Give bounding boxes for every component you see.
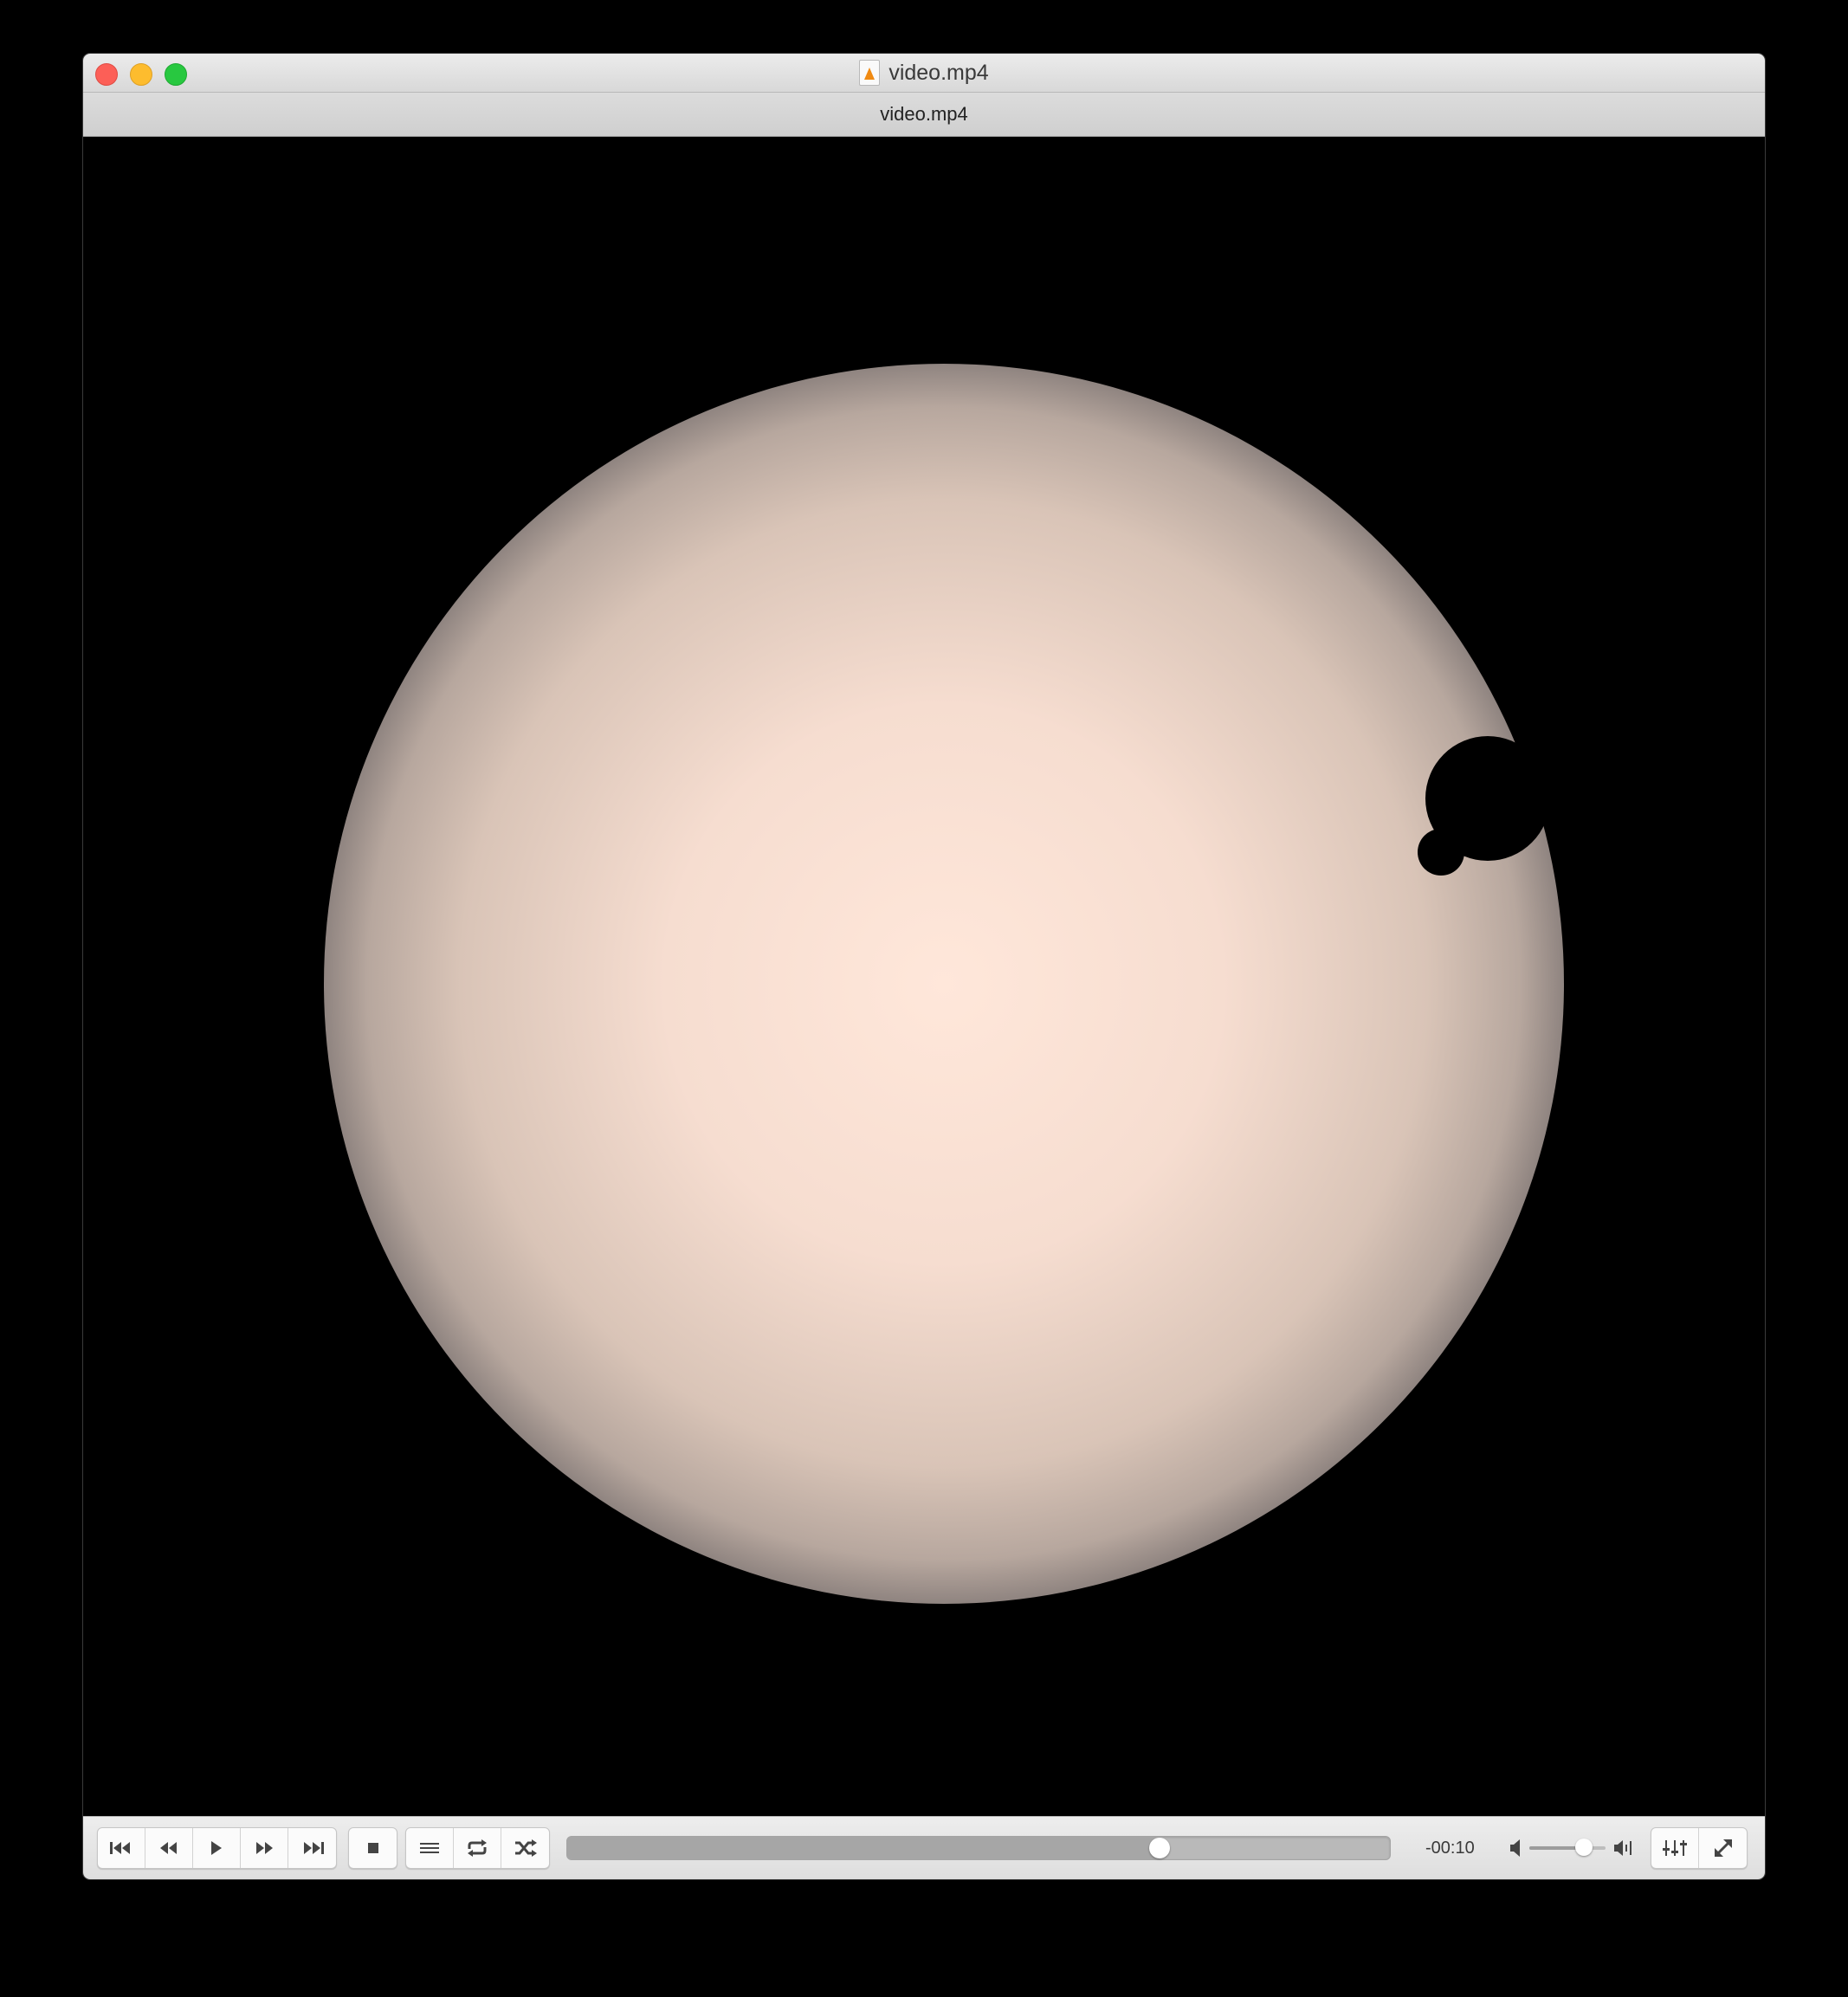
equalizer-icon (1663, 1840, 1687, 1856)
rewind-button[interactable] (145, 1828, 193, 1868)
control-bar: -00:10 (83, 1816, 1765, 1879)
fullscreen-button[interactable] (1699, 1828, 1747, 1868)
skip-to-start-icon (110, 1842, 130, 1854)
stop-button[interactable] (349, 1828, 397, 1868)
stop-button-group (348, 1827, 397, 1869)
window-title: video.mp4 (888, 60, 989, 85)
fast-forward-icon (256, 1842, 273, 1854)
skip-back-button[interactable] (98, 1828, 145, 1868)
transport-button-group (97, 1827, 337, 1869)
vlc-document-icon (859, 60, 881, 86)
vlc-window: video.mp4 video.mp4 -00:10 (83, 54, 1765, 1879)
video-display[interactable] (83, 137, 1765, 1817)
fast-forward-button[interactable] (241, 1828, 288, 1868)
sun-disk (324, 364, 1564, 1604)
timeline-progress-fill (567, 1837, 1160, 1859)
media-title-bar: video.mp4 (83, 93, 1765, 137)
timeline-playhead-knob[interactable] (1149, 1838, 1170, 1858)
skip-to-end-icon (303, 1842, 324, 1854)
playback-timeline-slider[interactable] (566, 1836, 1391, 1860)
stop-icon (367, 1843, 378, 1853)
shuffle-button[interactable] (501, 1828, 549, 1868)
volume-high-icon[interactable] (1612, 1836, 1635, 1860)
fullscreen-icon (1714, 1839, 1732, 1857)
title-bar: video.mp4 (83, 54, 1765, 93)
repeat-icon (468, 1839, 487, 1857)
playlist-icon (420, 1843, 439, 1853)
media-title: video.mp4 (880, 103, 968, 125)
window-title-group: video.mp4 (83, 54, 1765, 92)
play-icon (211, 1841, 222, 1855)
skip-forward-button[interactable] (288, 1828, 336, 1868)
time-remaining-label[interactable]: -00:10 (1425, 1836, 1475, 1860)
volume-slider[interactable] (1529, 1839, 1606, 1856)
shuffle-icon (514, 1839, 537, 1857)
moon-silhouette (1418, 829, 1464, 876)
volume-knob[interactable] (1575, 1839, 1593, 1856)
equalizer-button[interactable] (1651, 1828, 1699, 1868)
play-button[interactable] (193, 1828, 241, 1868)
repeat-button[interactable] (454, 1828, 501, 1868)
playlist-button[interactable] (406, 1828, 454, 1868)
video-frame (324, 364, 1564, 1604)
rewind-icon (160, 1842, 177, 1854)
playlist-button-group (405, 1827, 550, 1869)
view-button-group (1651, 1827, 1748, 1869)
volume-low-icon[interactable] (1509, 1836, 1524, 1860)
